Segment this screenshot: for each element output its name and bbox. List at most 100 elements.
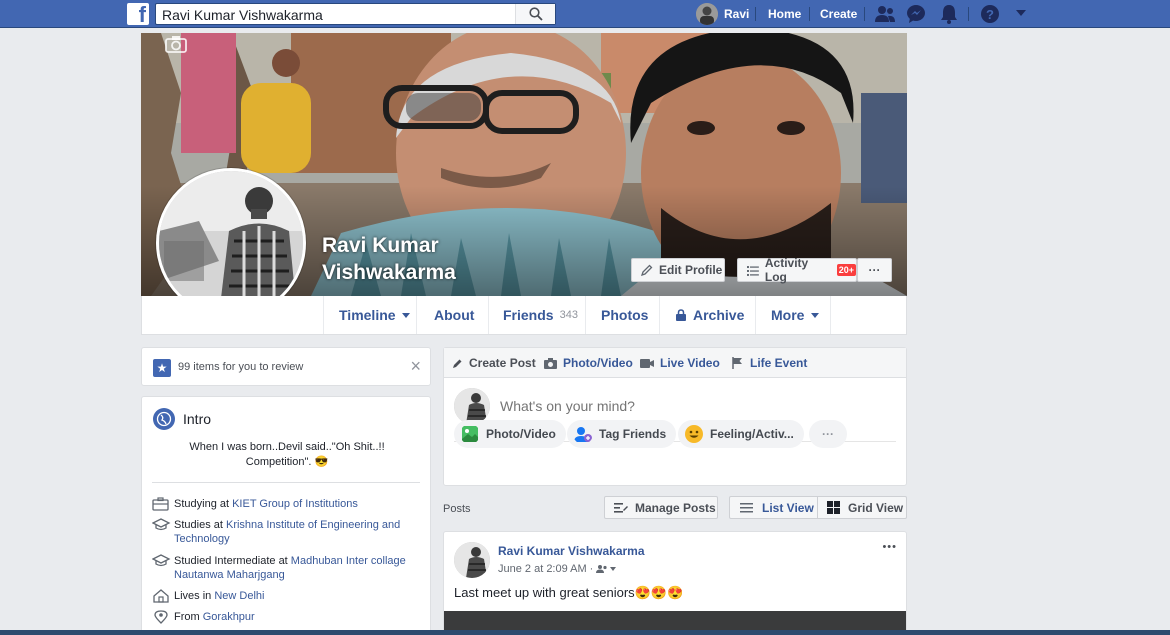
lock-icon (676, 309, 686, 321)
tab-life-event[interactable]: Life Event (732, 356, 807, 370)
city-link[interactable]: Gorakhpur (203, 611, 255, 623)
tab-timeline-label: Timeline (339, 307, 396, 323)
tab-archive[interactable]: Archive (659, 296, 755, 334)
post-author-link[interactable]: Ravi Kumar Vishwakarma (498, 544, 645, 558)
update-cover-camera-icon[interactable] (165, 35, 187, 53)
tab-photos-label: Photos (601, 307, 649, 323)
tab-create-post[interactable]: Create Post (452, 356, 536, 370)
activity-log-label: Activity Log (764, 256, 809, 284)
grid-view-label: Grid View (848, 500, 904, 515)
smiley-icon (685, 425, 703, 443)
tag-friends-icon (574, 427, 592, 442)
review-items-card[interactable]: ★ 99 items for you to review × (141, 347, 431, 386)
briefcase-icon (152, 497, 169, 511)
chevron-down-icon[interactable] (1015, 9, 1027, 17)
profile-picture-image (159, 171, 303, 315)
messenger-icon[interactable] (906, 4, 926, 24)
help-icon[interactable]: ? (980, 4, 1000, 24)
avatar[interactable] (454, 542, 490, 578)
edit-profile-button[interactable]: Edit Profile (631, 258, 725, 282)
intro-title: Intro (183, 411, 212, 427)
search-input[interactable]: Ravi Kumar Vishwakarma (155, 3, 556, 25)
tab-photo-video[interactable]: Photo/Video (544, 356, 633, 370)
more-composer-options-button[interactable]: ··· (809, 420, 847, 448)
more-dots-icon: ··· (868, 263, 881, 277)
intro-row-prefix: Studies at (174, 519, 226, 531)
intro-bio: When I was born..Devil said.."Oh Shit..!… (142, 440, 432, 470)
activity-log-button[interactable]: Activity Log 20+ (737, 256, 857, 284)
tab-life-event-label: Life Event (750, 356, 808, 370)
intro-row-education: Studies at Krishna Institute of Engineer… (152, 518, 412, 546)
city-link[interactable]: New Delhi (214, 590, 264, 602)
globe-icon (153, 408, 175, 430)
tab-photos[interactable]: Photos (585, 296, 659, 334)
manage-posts-icon (614, 502, 628, 513)
intro-row-prefix: From (174, 611, 203, 623)
top-profile-link[interactable]: Ravi (696, 3, 749, 25)
list-view-button[interactable]: List View (729, 496, 818, 519)
post-card: Ravi Kumar Vishwakarma June 2 at 2:09 AM… (443, 531, 907, 635)
manage-posts-button[interactable]: Manage Posts (604, 496, 718, 519)
whats-on-your-mind-input[interactable] (500, 396, 880, 416)
list-view-label: List View (762, 500, 814, 515)
tab-live-video-label: Live Video (660, 356, 720, 370)
video-camera-icon (640, 358, 654, 368)
friends-count: 343 (559, 309, 578, 321)
search-input-value[interactable]: Ravi Kumar Vishwakarma (162, 7, 323, 23)
profile-name[interactable]: Ravi Kumar Vishwakarma (322, 232, 456, 286)
pencil-icon (453, 359, 462, 368)
profile-name-line1: Ravi Kumar (322, 234, 439, 257)
tab-friends[interactable]: Friends 343 (488, 296, 585, 334)
more-options-button[interactable]: ··· (857, 258, 892, 282)
svg-text:?: ? (986, 7, 994, 22)
pencil-icon (641, 264, 653, 276)
intro-row-school: Studied Intermediate at Madhuban Inter c… (152, 554, 412, 582)
notifications-bell-icon[interactable] (940, 4, 958, 24)
home-icon (153, 589, 169, 603)
avatar (696, 3, 718, 25)
post-composer: Create Post Photo/Video Live Video Life … (443, 347, 907, 486)
divider (152, 482, 420, 483)
tab-timeline[interactable]: Timeline (323, 296, 416, 334)
avatar (454, 388, 490, 424)
tab-create-post-label: Create Post (469, 356, 536, 370)
friends-audience-icon[interactable] (596, 564, 617, 574)
post-menu-button[interactable]: ••• (882, 541, 897, 553)
intro-row-prefix: Studied Intermediate at (174, 555, 291, 567)
intro-row-lives: Lives in New Delhi (152, 589, 265, 603)
feeling-activity-button[interactable]: Feeling/Activ... (678, 420, 804, 448)
friend-requests-icon[interactable] (874, 4, 896, 24)
facebook-logo-icon[interactable]: f (127, 2, 149, 27)
create-link[interactable]: Create (820, 7, 857, 21)
tag-friends-button[interactable]: Tag Friends (567, 420, 677, 448)
post-timestamp[interactable]: June 2 at 2:09 AM (498, 563, 587, 575)
photo-video-label: Photo/Video (486, 427, 556, 441)
search-icon (529, 7, 543, 21)
search-button[interactable] (515, 4, 555, 24)
meta-separator: · (589, 563, 594, 575)
manage-posts-label: Manage Posts (635, 500, 716, 515)
intro-row-from: From Gorakhpur (152, 610, 255, 624)
bottom-bar (0, 630, 1170, 635)
graduation-cap-icon (152, 554, 171, 567)
close-icon[interactable]: × (410, 357, 421, 375)
home-link[interactable]: Home (768, 7, 801, 21)
profile-name-line2: Vishwakarma (322, 261, 456, 284)
list-icon (740, 503, 753, 513)
more-dots-icon: ··· (822, 427, 834, 441)
tab-live-video[interactable]: Live Video (640, 356, 720, 370)
intro-bio-line1: When I was born..Devil said.."Oh Shit..!… (189, 441, 385, 453)
top-profile-name: Ravi (724, 7, 750, 21)
tab-photo-video-label: Photo/Video (563, 356, 633, 370)
top-navigation-bar: f Ravi Kumar Vishwakarma Ravi Home Creat… (0, 0, 1170, 28)
photo-video-button[interactable]: Photo/Video (454, 420, 566, 448)
flag-icon (732, 357, 742, 369)
grid-view-button[interactable]: Grid View (817, 496, 907, 519)
institution-link[interactable]: KIET Group of Institutions (232, 498, 358, 510)
tab-more[interactable]: More (755, 296, 831, 334)
tab-about[interactable]: About (416, 296, 488, 334)
intro-row-work: Studying at KIET Group of Institutions (152, 497, 358, 511)
tab-more-label: More (771, 307, 805, 323)
posts-heading: Posts (443, 503, 471, 515)
tab-about-label: About (434, 307, 475, 323)
